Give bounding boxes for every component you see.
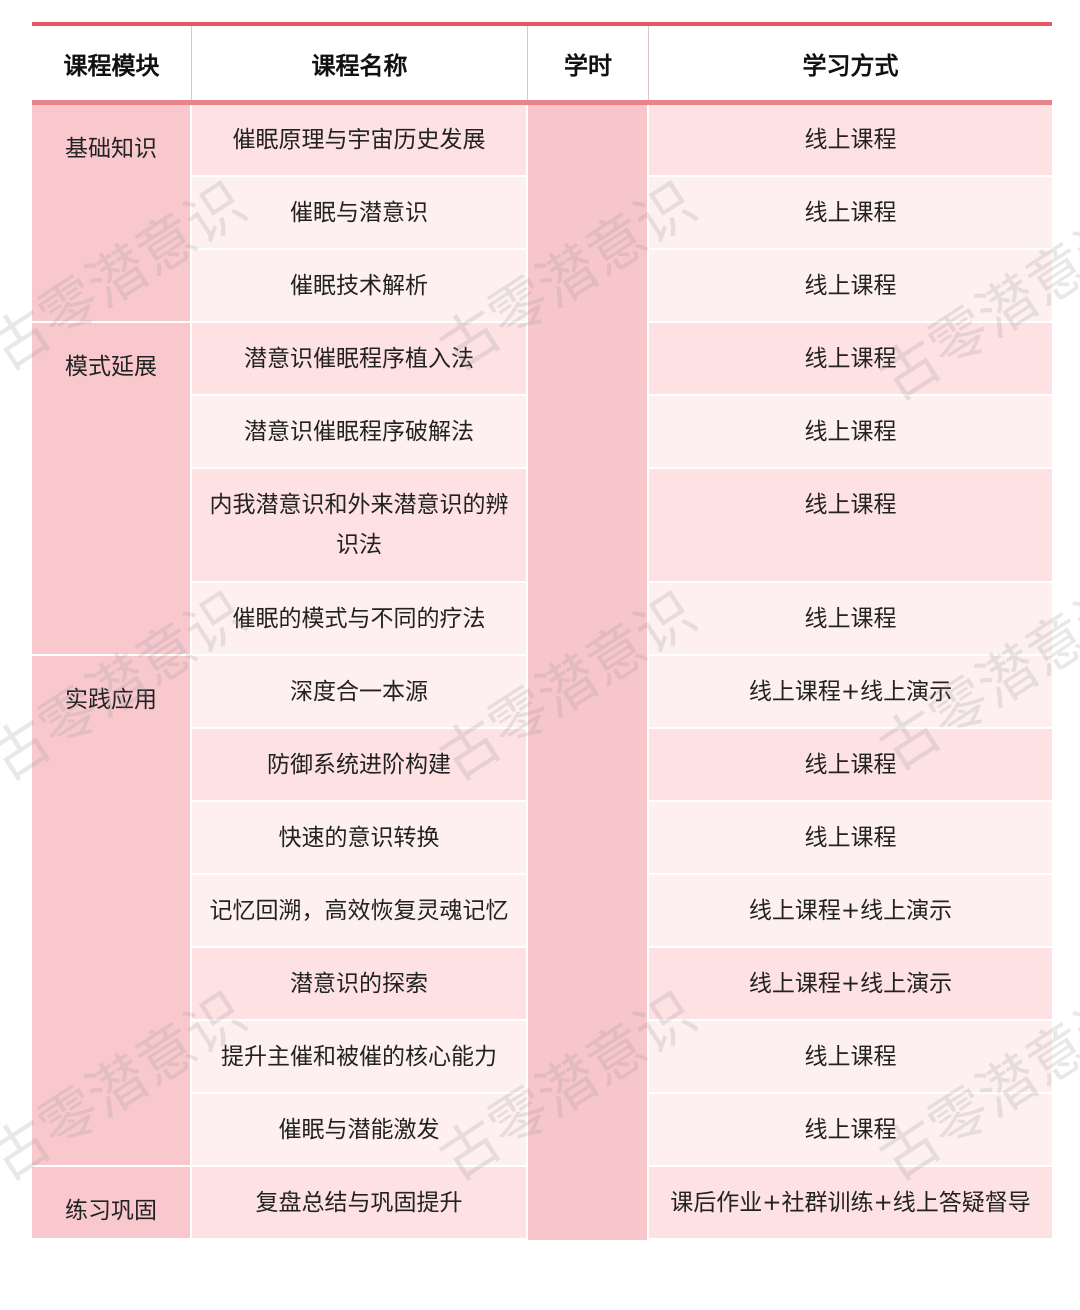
course-name-cell: 防御系统进阶构建 [192,729,526,802]
module-cell: 基础知识 [32,105,190,323]
method-cell: 线上课程 [649,729,1052,802]
method-cell: 线上课程 [649,469,1052,583]
hours-column [528,105,649,1240]
method-cell: 课后作业+社群训练+线上答疑督导 [649,1167,1052,1240]
course-name-cell: 催眠技术解析 [192,250,526,323]
module-cell: 实践应用 [32,656,190,1167]
method-cell: 线上课程 [649,802,1052,875]
method-cell: 线上课程+线上演示 [649,875,1052,948]
method-cell: 线上课程+线上演示 [649,656,1052,729]
module-column: 基础知识 模式延展 实践应用 练习巩固 [32,105,192,1240]
course-name-cell: 内我潜意识和外来潜意识的辨识法 [192,469,526,583]
course-table: 课程模块 课程名称 学时 学习方式 基础知识 模式延展 实践应用 练习巩固 催眠原理与… [32,22,1052,1240]
method-cell: 线上课程 [649,583,1052,656]
method-cell: 线上课程 [649,396,1052,469]
course-name-cell: 潜意识的探索 [192,948,526,1021]
header-module: 课程模块 [32,26,192,100]
course-name-cell: 催眠与潜意识 [192,177,526,250]
course-name-cell: 复盘总结与巩固提升 [192,1167,526,1240]
header-course-name: 课程名称 [192,26,528,100]
method-cell: 线上课程+线上演示 [649,948,1052,1021]
course-name-cell: 潜意识催眠程序植入法 [192,323,526,396]
method-cell: 线上课程 [649,250,1052,323]
module-cell: 练习巩固 [32,1167,190,1240]
course-name-cell: 深度合一本源 [192,656,526,729]
course-name-cell: 记忆回溯，高效恢复灵魂记忆 [192,875,526,948]
method-cell: 线上课程 [649,1021,1052,1094]
method-cell: 线上课程 [649,105,1052,177]
course-name-cell: 提升主催和被催的核心能力 [192,1021,526,1094]
table-body: 基础知识 模式延展 实践应用 练习巩固 催眠原理与宇宙历史发展 催眠与潜意识 催眠技术解析… [32,105,1052,1240]
method-cell: 线上课程 [649,323,1052,396]
course-name-cell: 催眠的模式与不同的疗法 [192,583,526,656]
table-header: 课程模块 课程名称 学时 学习方式 [32,26,1052,100]
course-column: 催眠原理与宇宙历史发展 催眠与潜意识 催眠技术解析 潜意识催眠程序植入法 潜意识催眠程序… [192,105,528,1240]
method-column: 线上课程 线上课程 线上课程 线上课程 线上课程 线上课程 线上课程 线上课程+线上演示 线上课… [649,105,1052,1240]
course-name-cell: 快速的意识转换 [192,802,526,875]
method-cell: 线上课程 [649,177,1052,250]
module-cell: 模式延展 [32,323,190,656]
course-name-cell: 催眠与潜能激发 [192,1094,526,1167]
course-name-cell: 催眠原理与宇宙历史发展 [192,105,526,177]
method-cell: 线上课程 [649,1094,1052,1167]
header-hours: 学时 [528,26,649,100]
course-name-cell: 潜意识催眠程序破解法 [192,396,526,469]
header-method: 学习方式 [802,51,899,80]
